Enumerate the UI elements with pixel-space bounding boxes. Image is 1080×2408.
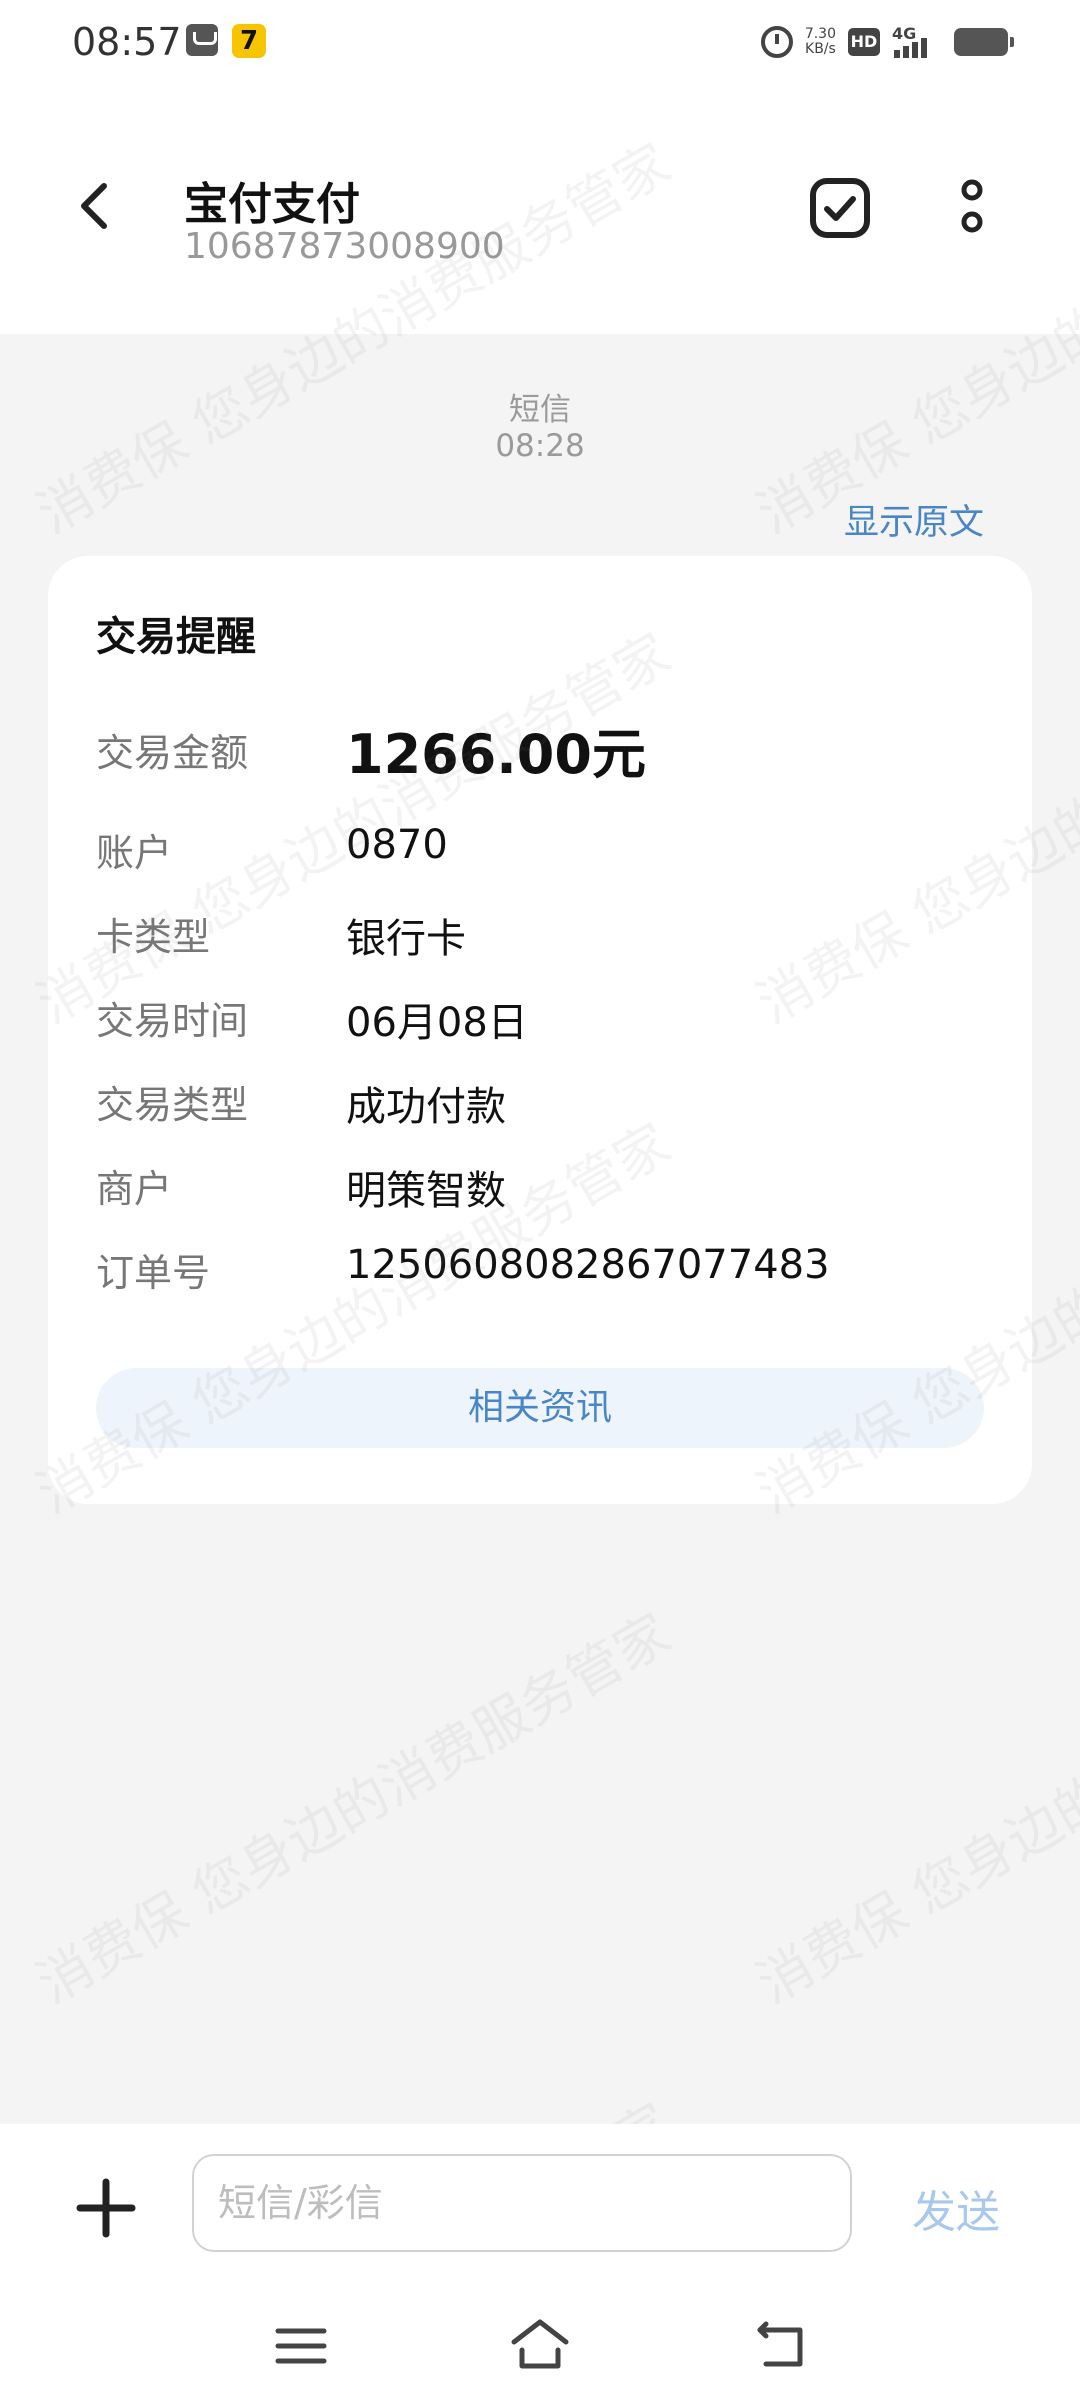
watermark-text: 消费保 您身边的消费服务管家	[26, 1601, 681, 2016]
system-navigation-bar	[0, 2280, 1080, 2408]
screen: 08:57 7 7.30 KB/s HD 4G 宝付支付 10687873008…	[0, 0, 1080, 2408]
row-value-amount: 1266.00元	[346, 723, 646, 786]
card-title: 交易提醒	[96, 614, 256, 660]
send-button[interactable]: 发送	[912, 2176, 1000, 2240]
row-value-type: 成功付款	[346, 1084, 506, 1130]
status-time: 08:57	[72, 20, 182, 64]
row-label-amount: 交易金额	[96, 731, 249, 775]
related-info-button[interactable]: 相关资讯	[96, 1368, 984, 1448]
more-options-button[interactable]	[946, 176, 998, 240]
notification-app-icon	[186, 24, 218, 56]
row-value-account: 0870	[346, 822, 448, 868]
hd-icon: HD	[848, 28, 880, 56]
net-speed-value: 7.30	[804, 26, 836, 42]
net-speed: 7.30 KB/s	[805, 27, 836, 57]
checkbox-icon	[810, 178, 870, 238]
home-button[interactable]	[508, 2316, 572, 2372]
battery-icon	[954, 28, 1014, 56]
more-vertical-icon	[961, 179, 983, 233]
row-value-card-type: 银行卡	[346, 916, 466, 962]
back-button[interactable]	[68, 178, 124, 234]
status-icons: 7.30 KB/s HD 4G	[760, 22, 1014, 62]
signal-icon: 4G	[892, 24, 942, 58]
message-input-box[interactable]	[192, 2154, 852, 2252]
back-icon	[757, 2321, 803, 2367]
system-back-button[interactable]	[756, 2320, 808, 2370]
sender-number: 10687873008900	[184, 226, 505, 267]
status-bar: 08:57 7 7.30 KB/s HD 4G	[0, 0, 1080, 86]
watermark-text: 消费保 您身边的消费服务管家	[746, 1601, 1080, 2016]
row-label-merchant: 商户	[96, 1167, 173, 1211]
row-value-order: 1250608082867077483	[346, 1242, 830, 1288]
row-label-card-type: 卡类型	[96, 915, 211, 959]
conversation-header: 宝付支付 10687873008900	[0, 86, 1080, 334]
message-input[interactable]	[194, 2156, 850, 2250]
row-label-order: 订单号	[96, 1251, 211, 1295]
back-arrow-icon	[81, 183, 107, 229]
alarm-icon	[760, 26, 793, 58]
recent-apps-button[interactable]	[274, 2326, 328, 2366]
transaction-card: 交易提醒 交易金额 1266.00元 账户 0870 卡类型 银行卡 交易时间 …	[48, 556, 1032, 1504]
row-label-type: 交易类型	[96, 1083, 249, 1127]
row-value-time: 06月08日	[346, 1000, 528, 1046]
row-label-account: 账户	[96, 831, 173, 875]
show-original-link[interactable]: 显示原文	[844, 494, 984, 545]
net-speed-unit: KB/s	[805, 41, 836, 57]
row-label-time: 交易时间	[96, 999, 249, 1043]
composer-bar: 发送	[0, 2124, 1080, 2280]
attach-button[interactable]	[76, 2178, 136, 2238]
message-type: 短信	[509, 392, 571, 428]
plus-icon	[76, 2178, 136, 2238]
home-icon	[511, 2319, 569, 2369]
row-value-merchant: 明策智数	[346, 1168, 506, 1214]
message-time: 08:28	[495, 428, 585, 464]
notification-app-icon-yellow: 7	[232, 24, 266, 58]
sender-title: 宝付支付	[184, 179, 360, 230]
select-button[interactable]	[808, 176, 872, 240]
menu-icon	[275, 2328, 327, 2364]
